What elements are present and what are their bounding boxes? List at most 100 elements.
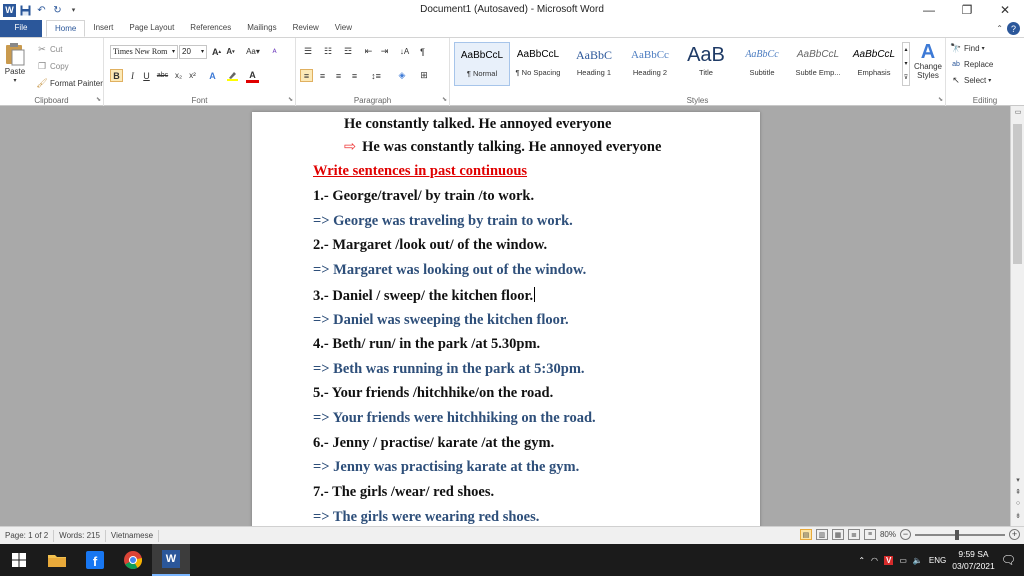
language-indicator[interactable]: Vietnamese	[106, 529, 160, 542]
vietkey-icon[interactable]: V	[884, 555, 894, 565]
doc-answer-line[interactable]: => The girls were wearing red shoes.	[313, 509, 539, 526]
copy-button[interactable]: ❐ Copy	[36, 60, 69, 72]
subscript-button[interactable]: x₂	[172, 69, 185, 82]
word-count[interactable]: Words: 215	[54, 529, 106, 542]
doc-line[interactable]: 3.- Daniel / sweep/ the kitchen floor.	[313, 287, 536, 305]
doc-line[interactable]: 1.- George/travel/ by train /to work.	[313, 188, 534, 205]
borders-icon[interactable]: ⊞	[416, 69, 432, 82]
align-right-icon[interactable]: ≡	[332, 69, 345, 82]
replace-button[interactable]: ab Replace	[950, 58, 993, 70]
zoom-slider-thumb[interactable]	[955, 529, 959, 540]
style-heading-1[interactable]: AaBbC Heading 1	[566, 42, 622, 86]
customize-toolbar-icon[interactable]: ▾	[67, 4, 80, 17]
font-launcher-icon[interactable]: ⬊	[288, 96, 293, 103]
show-formatting-icon[interactable]: ¶	[416, 45, 429, 58]
doc-answer-line[interactable]: => Daniel was sweeping the kitchen floor…	[313, 312, 569, 329]
grow-font-icon[interactable]: A ▴	[210, 45, 223, 58]
doc-answer-line[interactable]: => Margaret was looking out of the windo…	[313, 262, 586, 279]
style-emphasis[interactable]: AaBbCcL Emphasis	[846, 42, 902, 86]
web-layout-view-icon[interactable]: ▦	[831, 529, 844, 540]
notifications-icon[interactable]: 🗨	[1001, 553, 1016, 567]
align-left-icon[interactable]: ≡	[300, 69, 313, 82]
font-size-box[interactable]: 20 ▾	[179, 45, 207, 59]
change-case-icon[interactable]: Aa▾	[244, 45, 262, 58]
chrome-icon[interactable]	[114, 544, 152, 576]
vertical-scrollbar[interactable]: ▭ ▾ ⇞ ○ ⇟	[1010, 106, 1024, 526]
ruler-toggle-icon[interactable]: ▭	[1011, 108, 1024, 116]
italic-button[interactable]: I	[126, 69, 139, 82]
document-page[interactable]: He constantly talked. He annoyed everyon…	[252, 112, 760, 526]
zoom-slider[interactable]	[915, 529, 1005, 540]
font-name-box[interactable]: Times New Rom ▾	[110, 45, 178, 59]
tab-insert[interactable]: Insert	[85, 20, 121, 37]
underline-button[interactable]: U	[140, 69, 153, 82]
highlight-icon[interactable]	[226, 69, 239, 82]
format-painter-button[interactable]: 🖌 Format Painter	[36, 77, 103, 89]
undo-icon[interactable]: ↶	[35, 4, 48, 17]
bold-button[interactable]: B	[110, 69, 123, 82]
select-button[interactable]: ↖ Select ▾	[950, 74, 991, 86]
network-icon[interactable]: ◠	[871, 556, 878, 565]
paste-dropdown-icon[interactable]: ▾	[13, 77, 16, 84]
font-color-icon[interactable]: A	[246, 69, 259, 83]
doc-answer-line[interactable]: => Your friends were hitchhiking on the …	[313, 410, 596, 427]
style-no-spacing[interactable]: AaBbCcL ¶ No Spacing	[510, 42, 566, 86]
increase-indent-icon[interactable]: ⇥	[378, 45, 391, 58]
restore-button[interactable]: ❐	[948, 0, 986, 20]
zoom-in-icon[interactable]: +	[1009, 529, 1020, 540]
sort-icon[interactable]: ↓A	[398, 45, 411, 58]
browse-object-icon[interactable]: ○	[1011, 500, 1024, 507]
find-button[interactable]: 🔭 Find ▾	[950, 42, 984, 54]
decrease-indent-icon[interactable]: ⇤	[362, 45, 375, 58]
shrink-font-icon[interactable]: A ▾	[224, 45, 237, 58]
draft-view-icon[interactable]: ≡	[863, 529, 876, 540]
close-button[interactable]: ✕	[986, 0, 1024, 20]
tab-file[interactable]: File	[0, 20, 42, 37]
next-page-icon[interactable]: ⇟	[1011, 512, 1024, 520]
save-icon[interactable]	[19, 4, 32, 17]
scroll-down-icon[interactable]: ▾	[1011, 476, 1024, 484]
align-center-icon[interactable]: ≡	[316, 69, 329, 82]
tab-review[interactable]: Review	[285, 20, 327, 37]
line-spacing-icon[interactable]: ↕≡	[368, 69, 384, 82]
start-icon[interactable]	[0, 544, 38, 576]
scrollbar-thumb[interactable]	[1013, 124, 1022, 264]
word-taskbar-icon[interactable]: W	[152, 544, 190, 576]
full-screen-view-icon[interactable]: ▥	[815, 529, 828, 540]
style-normal[interactable]: AaBbCcL ¶ Normal	[454, 42, 510, 86]
style-subtitle[interactable]: AaBbCc Subtitle	[734, 42, 790, 86]
font-dropdown-icon[interactable]: ▾	[172, 46, 177, 58]
tab-mailings[interactable]: Mailings	[239, 20, 284, 37]
document-area[interactable]: He constantly talked. He annoyed everyon…	[0, 106, 1010, 526]
doc-heading[interactable]: Write sentences in past continuous	[313, 163, 527, 180]
word-app-icon[interactable]: W	[3, 3, 16, 17]
tab-home[interactable]: Home	[46, 20, 86, 37]
change-styles-button[interactable]: A Change Styles	[912, 42, 944, 80]
zoom-out-icon[interactable]: −	[900, 529, 911, 540]
style-subtle-emphasis[interactable]: AaBbCcL Subtle Emp...	[790, 42, 846, 86]
tab-page-layout[interactable]: Page Layout	[121, 20, 182, 37]
paste-button[interactable]: Paste ▾	[4, 42, 26, 84]
doc-line[interactable]: ⇨ He was constantly talking. He annoyed e…	[344, 139, 661, 156]
cut-button[interactable]: ✂ Cut	[36, 43, 62, 55]
doc-answer-line[interactable]: => Beth was running in the park at 5:30p…	[313, 361, 585, 378]
doc-line[interactable]: 2.- Margaret /look out/ of the window.	[313, 237, 547, 254]
volume-icon[interactable]: 🔈	[913, 556, 923, 565]
style-heading-2[interactable]: AaBbCc Heading 2	[622, 42, 678, 86]
strikethrough-button[interactable]: abc	[156, 69, 169, 82]
file-explorer-icon[interactable]	[38, 544, 76, 576]
battery-icon[interactable]: ▭	[899, 556, 907, 565]
help-icon[interactable]: ?	[1007, 22, 1020, 35]
styles-scroll[interactable]: ▴ ▾ ⊽	[902, 42, 910, 86]
print-layout-view-icon[interactable]: ▤	[799, 529, 812, 540]
styles-launcher-icon[interactable]: ⬊	[938, 96, 943, 103]
superscript-button[interactable]: x²	[186, 69, 199, 82]
tab-references[interactable]: References	[182, 20, 239, 37]
multilevel-list-icon[interactable]: ☲	[340, 45, 356, 58]
doc-line[interactable]: 6.- Jenny / practise/ karate /at the gym…	[313, 435, 554, 452]
input-language[interactable]: ENG	[929, 556, 946, 565]
doc-answer-line[interactable]: => Jenny was practising karate at the gy…	[313, 459, 579, 476]
doc-line[interactable]: He constantly talked. He annoyed everyon…	[344, 116, 611, 133]
zoom-level[interactable]: 80%	[880, 530, 896, 539]
tab-view[interactable]: View	[327, 20, 360, 37]
